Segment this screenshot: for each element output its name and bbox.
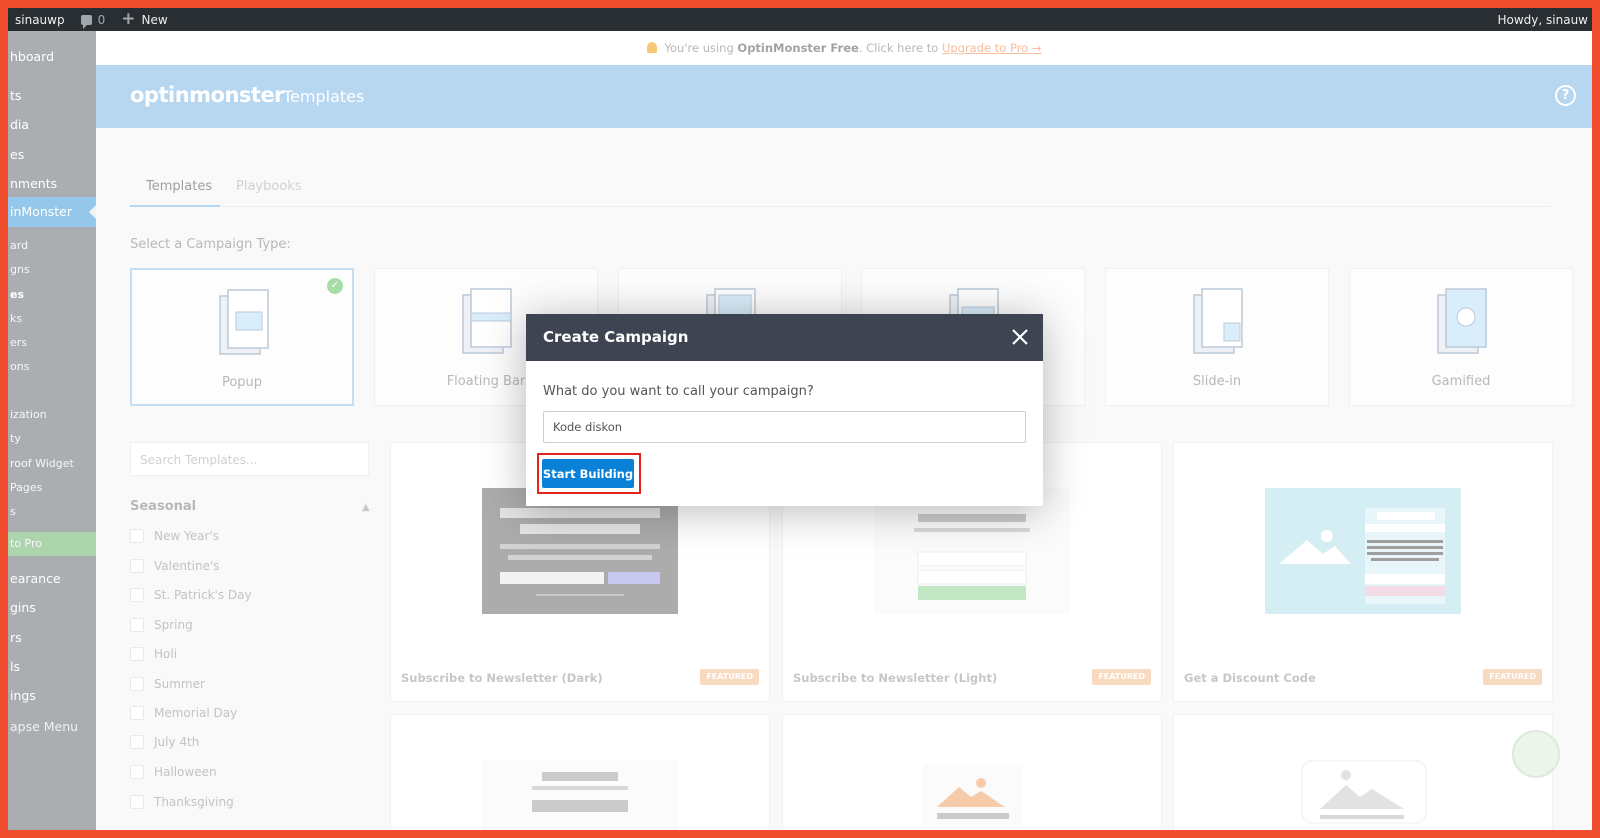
create-campaign-modal: Create Campaign What do you want to call… [526, 314, 1043, 506]
modal-header: Create Campaign [526, 314, 1043, 361]
app-frame: sinauwp 0 + New Howdy, sinauw hboard ts … [8, 8, 1592, 830]
campaign-name-input[interactable] [543, 411, 1026, 443]
close-icon[interactable] [1011, 328, 1029, 346]
highlight-box: Start Building [537, 453, 641, 494]
modal-title: Create Campaign [543, 328, 689, 346]
campaign-name-question: What do you want to call your campaign? [543, 384, 814, 399]
start-building-button[interactable]: Start Building [542, 459, 634, 488]
